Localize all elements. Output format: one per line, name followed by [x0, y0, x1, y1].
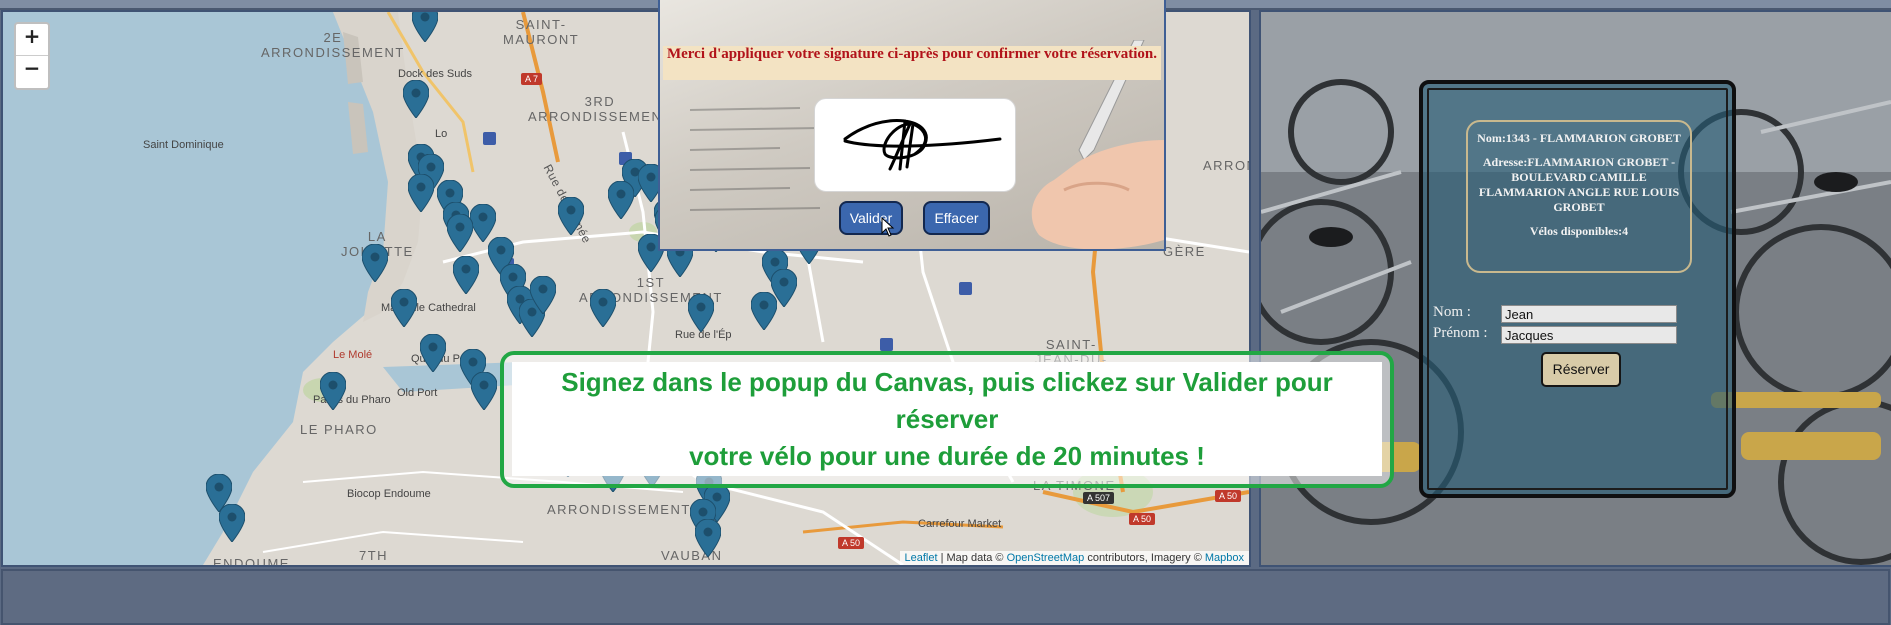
- map-label-dock-des-suds: Dock des Suds: [398, 68, 472, 80]
- road-badge-a507: A 507: [1083, 492, 1115, 504]
- map-label-saint-dominique: Saint Dominique: [143, 139, 224, 151]
- mouse-cursor-icon: [881, 217, 895, 237]
- map-marker-icon[interactable]: [447, 214, 473, 252]
- signature-instruction: Merci d'appliquer votre signature ci-apr…: [663, 46, 1161, 80]
- map-marker-icon[interactable]: [412, 12, 438, 42]
- prenom-input[interactable]: Jacques: [1501, 326, 1677, 344]
- map-label-le-pharo: LE PHARO: [300, 422, 378, 437]
- signature-canvas[interactable]: [814, 98, 1016, 192]
- map-label-arrondissement-7: ARRONDISSEMENT: [547, 502, 691, 517]
- attribution-text-1: | Map data ©: [937, 552, 1007, 564]
- map-label-gere: GÈRE: [1163, 244, 1206, 259]
- road-badge-a50-2: A 50: [1129, 513, 1156, 525]
- zoom-in-button[interactable]: +: [16, 24, 48, 56]
- prenom-label: Prénom :: [1433, 325, 1488, 341]
- instruction-notice-text: Signez dans le popup du Canvas, puis cli…: [512, 362, 1382, 476]
- map-label-3rd-arrondissement: 3RD ARRONDISSEMENT: [528, 94, 672, 124]
- map-label-biocop-endoume: Biocop Endoume: [347, 488, 431, 500]
- road-badge-a7: A 7: [521, 73, 543, 85]
- map-attribution: Leaflet | Map data © OpenStreetMap contr…: [899, 551, 1249, 565]
- map-label-arron: ARRON: [1203, 158, 1249, 173]
- map-marker-icon[interactable]: [530, 276, 556, 314]
- signature-popup: Merci d'appliquer votre signature ci-apr…: [658, 0, 1166, 251]
- map-label-saint-mauront: SAINT- MAURONT: [503, 17, 580, 47]
- metro-icon: [959, 282, 972, 295]
- station-card: Nom:1343 - FLAMMARION GROBET Adresse:FLA…: [1419, 80, 1736, 498]
- map-marker-icon[interactable]: [608, 181, 634, 219]
- mapbox-link[interactable]: Mapbox: [1205, 552, 1244, 564]
- map-label-le-mole: Le Molé: [333, 349, 373, 361]
- station-info-box: Nom:1343 - FLAMMARION GROBET Adresse:FLA…: [1466, 120, 1692, 273]
- map-marker-icon[interactable]: [471, 372, 497, 410]
- station-bikes-available: Vélos disponibles:4: [1529, 224, 1629, 238]
- leaflet-link[interactable]: Leaflet: [905, 552, 938, 564]
- map-marker-icon[interactable]: [403, 80, 429, 118]
- station-address: Adresse:FLAMMARION GROBET - BOULEVARD CA…: [1478, 155, 1680, 214]
- openstreetmap-link[interactable]: OpenStreetMap: [1007, 552, 1085, 564]
- map-marker-icon[interactable]: [420, 334, 446, 372]
- signature-stroke: [843, 119, 1002, 171]
- attribution-text-2: contributors, Imagery ©: [1084, 552, 1205, 564]
- map-marker-icon[interactable]: [453, 256, 479, 294]
- map-label-lo: Lo: [435, 128, 448, 140]
- nom-label: Nom :: [1433, 304, 1471, 320]
- notice-line-2: votre vélo pour une durée de 20 minutes …: [689, 441, 1205, 471]
- map-marker-icon[interactable]: [391, 289, 417, 327]
- map-label-old-port: Old Port: [397, 387, 438, 399]
- reserve-button[interactable]: Réserver: [1541, 352, 1621, 387]
- road-badge-a50-3: A 50: [838, 537, 865, 549]
- map-marker-icon[interactable]: [688, 294, 714, 332]
- footer-bar: [1, 569, 1890, 625]
- zoom-out-button[interactable]: −: [16, 56, 48, 87]
- notice-line-1: Signez dans le popup du Canvas, puis cli…: [561, 367, 1333, 434]
- map-label-carrefour-market: Carrefour Market: [918, 518, 1002, 530]
- map-label-2e-arrondissement: 2E ARRONDISSEMENT: [261, 30, 405, 60]
- metro-icon: [483, 132, 496, 145]
- map-marker-icon[interactable]: [771, 269, 797, 307]
- zoom-control: + −: [14, 22, 50, 90]
- map-marker-icon[interactable]: [362, 244, 388, 282]
- map-marker-icon[interactable]: [320, 372, 346, 410]
- nom-input[interactable]: Jean: [1501, 305, 1677, 323]
- map-marker-icon[interactable]: [558, 197, 584, 235]
- road-badge-a50: A 50: [1215, 490, 1242, 502]
- map-marker-icon[interactable]: [590, 289, 616, 327]
- clear-button[interactable]: Effacer: [923, 201, 990, 235]
- map-marker-icon[interactable]: [219, 504, 245, 542]
- instruction-notice: Signez dans le popup du Canvas, puis cli…: [500, 351, 1394, 488]
- station-name: Nom:1343 - FLAMMARION GROBET: [1477, 131, 1681, 145]
- metro-icon: [880, 338, 893, 351]
- map-label-endoume: ENDOUME: [213, 556, 290, 567]
- map-marker-icon[interactable]: [695, 519, 721, 557]
- map-label-7th: 7TH: [359, 548, 389, 563]
- map-marker-icon[interactable]: [408, 174, 434, 212]
